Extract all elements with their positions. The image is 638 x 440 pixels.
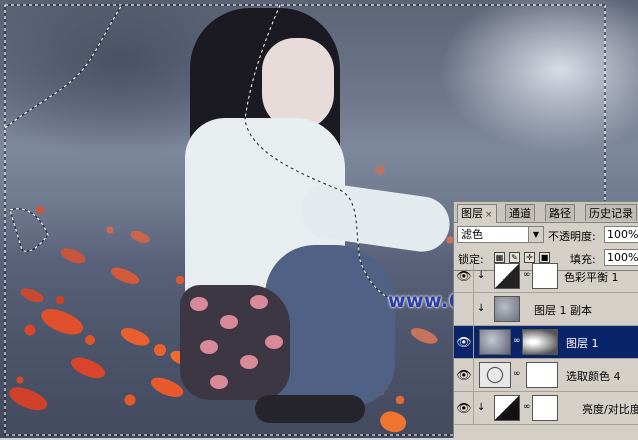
layer-row-brightness-contrast[interactable]: 👁 ↓ ∞ 亮度/对比度 [454, 392, 638, 425]
tab-paths[interactable]: 路径 [545, 204, 575, 221]
eye-icon: 👁 [456, 269, 472, 283]
blend-mode-value: 滤色 [461, 228, 483, 241]
blend-opacity-row: 滤色 ▼ 不透明度: 100% [454, 224, 638, 246]
layer-name: 色彩平衡 1 [564, 271, 619, 284]
layer-name: 图层 1 副本 [534, 304, 592, 317]
visibility-toggle[interactable]: 👁 [454, 326, 474, 359]
clip-arrow-icon: ↓ [477, 270, 486, 281]
chevron-down-icon[interactable]: ▼ [528, 227, 543, 242]
floral-skirt [180, 285, 290, 400]
layer-row-layer1[interactable]: 👁 ∞ 图层 1 [454, 326, 638, 359]
layer-row-layer1-copy[interactable]: ↓ 图层 1 副本 [454, 293, 638, 326]
tab-channels[interactable]: 通道 [505, 204, 535, 221]
visibility-toggle[interactable]: 👁 [454, 359, 474, 392]
layer-name: 图层 1 [566, 337, 599, 350]
layer-row-selective-color[interactable]: 👁 ∞ 选取颜色 4 [454, 359, 638, 392]
visibility-toggle[interactable]: 👁 [454, 392, 474, 425]
opacity-input[interactable]: 100% [604, 226, 638, 243]
layer-thumbnail [494, 296, 520, 322]
opacity-label: 不透明度: [548, 230, 596, 243]
clip-arrow-icon: ↓ [477, 402, 486, 413]
clip-arrow-icon: ↓ [477, 303, 486, 314]
adjustment-thumbnail [494, 263, 520, 289]
layer-mask-thumbnail [532, 395, 558, 421]
blend-mode-select[interactable]: 滤色 ▼ [457, 226, 544, 243]
layer-name: 选取颜色 4 [566, 370, 621, 383]
visibility-toggle[interactable]: 👁 [454, 260, 474, 293]
close-icon[interactable]: × [485, 210, 493, 220]
link-icon: ∞ [523, 402, 531, 412]
eye-icon: 👁 [456, 335, 472, 349]
link-icon: ∞ [513, 336, 521, 346]
panel-tabs: 图层 × 通道 路径 历史记录 [454, 202, 638, 223]
visibility-toggle[interactable] [454, 293, 474, 326]
layer-row-color-balance[interactable]: 👁 ↓ ∞ 色彩平衡 1 [454, 260, 638, 293]
layer-mask-thumbnail [532, 263, 558, 289]
adjustment-thumbnail [494, 395, 520, 421]
layer-mask-thumbnail [526, 362, 558, 388]
sandals [255, 395, 365, 423]
layer-name: 亮度/对比度 [582, 403, 638, 416]
layer-thumbnail [479, 329, 511, 355]
face [262, 38, 334, 130]
layer-mask-thumbnail [522, 329, 558, 355]
link-icon: ∞ [513, 369, 521, 379]
layer-list: 👁 ↓ ∞ 色彩平衡 1 ↓ 图层 1 副本 👁 ∞ 图层 1 👁 ∞ 选取颜色… [454, 260, 638, 440]
eye-icon: 👁 [456, 368, 472, 382]
adjustment-thumbnail [479, 362, 511, 388]
tab-layers[interactable]: 图层 × [457, 204, 497, 223]
eye-icon: 👁 [456, 401, 472, 415]
link-icon: ∞ [523, 270, 531, 280]
tab-history[interactable]: 历史记录 [585, 204, 637, 221]
layers-panel: 图层 × 通道 路径 历史记录 滤色 ▼ 不透明度: 100% 锁定: ▦ ✎ ✛… [453, 201, 638, 440]
